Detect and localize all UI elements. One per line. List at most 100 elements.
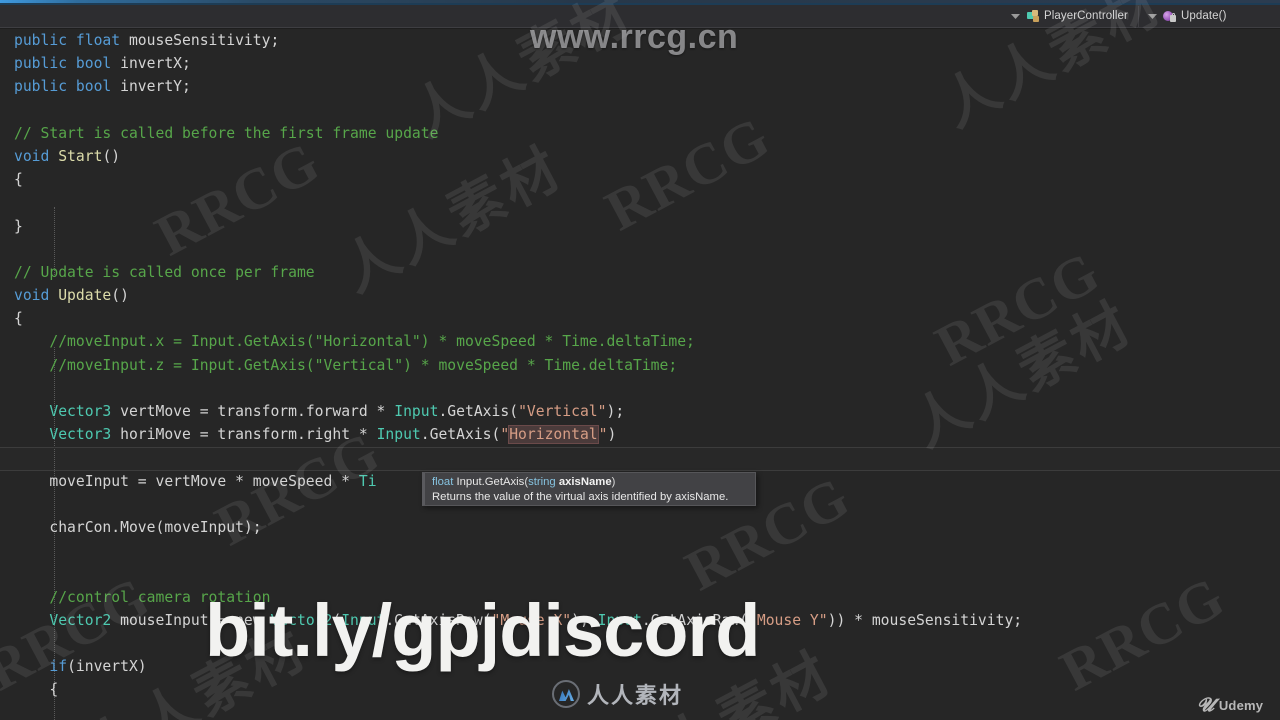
code-token: Start [58,147,103,165]
code-token: .GetAxisRaw( [641,611,749,629]
code-editor[interactable]: public float mouseSensitivity; public boo… [0,29,1280,720]
tooltip-signature: float Input.GetAxis(string axisName) [432,475,749,490]
code-token: Vector2 [49,611,112,629]
code-line[interactable] [0,446,1280,469]
member-dropdown[interactable]: Update() [1159,6,1233,27]
code-line[interactable]: { [0,307,1280,330]
code-line[interactable]: // Start is called before the first fram… [0,122,1280,145]
code-token: ) [607,426,617,444]
code-token: if [49,658,68,676]
code-line[interactable]: //control camera rotation [0,586,1280,609]
code-token: moveInput = vertMove * moveSpeed * [14,472,359,490]
code-line[interactable]: { [0,678,1280,701]
quick-info-tooltip: float Input.GetAxis(string axisName) Ret… [422,472,756,506]
code-token: Vector3 [49,426,112,444]
code-line[interactable]: if(invertX) [0,655,1280,678]
class-icon [1026,9,1040,23]
code-token: { [14,310,23,328]
code-token: " [598,426,608,444]
code-text[interactable]: public float mouseSensitivity; public boo… [0,29,1280,701]
code-token: public [14,32,76,49]
code-line[interactable]: Vector2 mouseInput = new Vector2(Input.G… [0,609,1280,632]
method-icon [1163,10,1177,23]
chevron-down-icon-type[interactable] [1009,6,1023,26]
code-token: .GetAxis( [438,403,519,420]
code-token: Vector2 [270,611,333,629]
chevron-down-icon-member[interactable] [1145,6,1159,26]
tooltip-return-type: float [432,476,454,488]
code-token: .GetAxisRaw( [385,611,492,629]
type-dropdown-cell: PlayerController [0,5,1138,28]
code-line[interactable]: charCon.Move(moveInput); [0,516,1280,539]
code-token: mouseSensitivity; [128,32,280,49]
code-line[interactable] [0,238,1280,261]
code-line[interactable]: } [0,215,1280,238]
navigation-bar: PlayerController Update() [0,5,1280,28]
code-token: } [14,217,23,235]
code-line[interactable] [0,562,1280,585]
code-token: "Mouse X" [491,611,572,629]
code-line[interactable]: public float mouseSensitivity; [0,29,1280,52]
type-dropdown-label: PlayerController [1043,10,1128,22]
code-token: { [14,171,23,189]
code-token: .GetAxis( [420,426,501,444]
code-token: () [102,147,121,165]
code-line[interactable]: Vector3 vertMove = transform.forward * I… [0,400,1280,423]
code-token: invertY; [120,78,191,96]
code-line[interactable]: public bool invertY; [0,75,1280,98]
code-token: public [14,55,76,73]
visual-studio-window: PlayerController Update() public float m… [0,0,1280,720]
code-token: // Start is called before the first fram… [14,124,439,142]
tooltip-description: Returns the value of the virtual axis id… [432,491,729,503]
code-token: Update [58,287,112,305]
code-token: //moveInput.z = Input.GetAxis("Vertical"… [14,356,678,374]
code-token: invertX; [120,55,191,73]
type-dropdown[interactable]: PlayerController [1023,6,1134,27]
code-token: vertMove = transform.forward * [111,403,395,420]
code-line[interactable] [0,191,1280,214]
code-token: "Mouse Y" [748,611,828,629]
code-line[interactable]: //moveInput.z = Input.GetAxis("Vertical"… [0,354,1280,377]
code-token: void [14,147,59,165]
code-token: " [500,426,510,444]
code-line[interactable]: // Update is called once per frame [0,261,1280,284]
code-token: Input [394,403,439,420]
code-line[interactable] [0,99,1280,122]
code-token: // Update is called once per frame [14,263,315,281]
code-token: bool [75,78,121,96]
code-token: Ti [358,472,377,490]
code-token: Input [376,426,421,444]
code-line[interactable]: { [0,168,1280,191]
code-line-current[interactable]: Vector3 horiMove = transform.right * Inp… [0,423,1280,446]
highlighted-string-token[interactable]: Horizontal [508,425,599,445]
code-token: horiMove = transform.right * [111,426,377,444]
tooltip-close-paren: ) [611,476,616,488]
code-token: { [14,681,59,699]
code-token: //control camera rotation [14,588,271,606]
code-line[interactable]: public bool invertX; [0,52,1280,75]
code-token: Vector3 [49,403,112,420]
code-line[interactable]: void Update() [0,284,1280,307]
code-line[interactable] [0,539,1280,562]
code-token: //moveInput.x = Input.GetAxis("Horizonta… [14,333,695,351]
code-token: ); [606,403,625,420]
member-dropdown-cell: Update() [1138,5,1280,27]
code-line[interactable]: void Start() [0,145,1280,168]
code-token: mouseInput = new [111,611,271,629]
code-token: Input [597,611,642,629]
code-token: ), [571,611,598,629]
code-line[interactable] [0,377,1280,400]
code-line[interactable] [0,632,1280,655]
code-token: (invertX) [67,658,147,676]
code-token: float [75,32,129,49]
code-editor-surface[interactable]: public float mouseSensitivity; public boo… [0,29,1280,720]
code-line[interactable]: //moveInput.x = Input.GetAxis("Horizonta… [0,330,1280,353]
tooltip-qualified-name: Input.GetAxis [453,476,525,488]
tooltip-param-type: string [528,476,556,488]
tooltip-param-name: axisName [555,476,612,488]
code-token: void [14,287,59,305]
